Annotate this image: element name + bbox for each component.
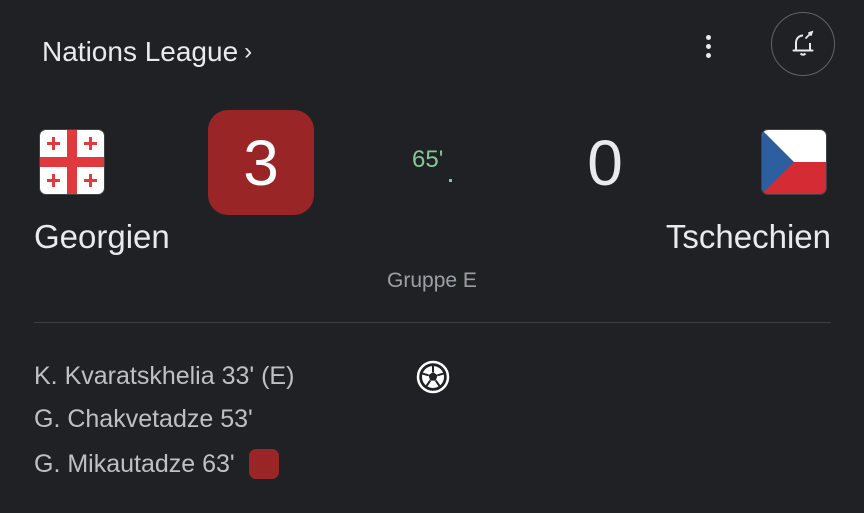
georgia-flag-icon	[40, 130, 104, 194]
soccer-ball-icon	[416, 360, 450, 394]
red-card-icon	[248, 449, 279, 479]
more-options-button[interactable]	[692, 30, 724, 62]
home-score: 3	[208, 110, 314, 215]
bell-add-icon	[792, 30, 814, 56]
competition-link[interactable]: Nations League ›	[42, 36, 252, 68]
away-team-name[interactable]: Tschechien	[666, 218, 831, 256]
competition-title: Nations League	[42, 36, 239, 67]
goal-scorer: K. Kvaratskhelia 33' (E)	[34, 362, 295, 390]
goal-scorer: G. Chakvetadze 53'	[34, 405, 253, 433]
live-minute: 65'	[412, 146, 444, 173]
away-score: 0	[587, 126, 623, 199]
group-label: Gruppe E	[387, 269, 477, 292]
match-alert-button[interactable]	[771, 12, 835, 76]
home-team-name[interactable]: Georgien	[34, 218, 170, 256]
czech-flag-icon	[762, 130, 826, 194]
chevron-right-icon: ›	[244, 38, 253, 65]
live-indicator	[449, 179, 452, 182]
more-vert-icon	[705, 34, 711, 40]
goal-scorer: G. Mikautadze 63'	[34, 449, 279, 479]
divider	[34, 322, 831, 323]
